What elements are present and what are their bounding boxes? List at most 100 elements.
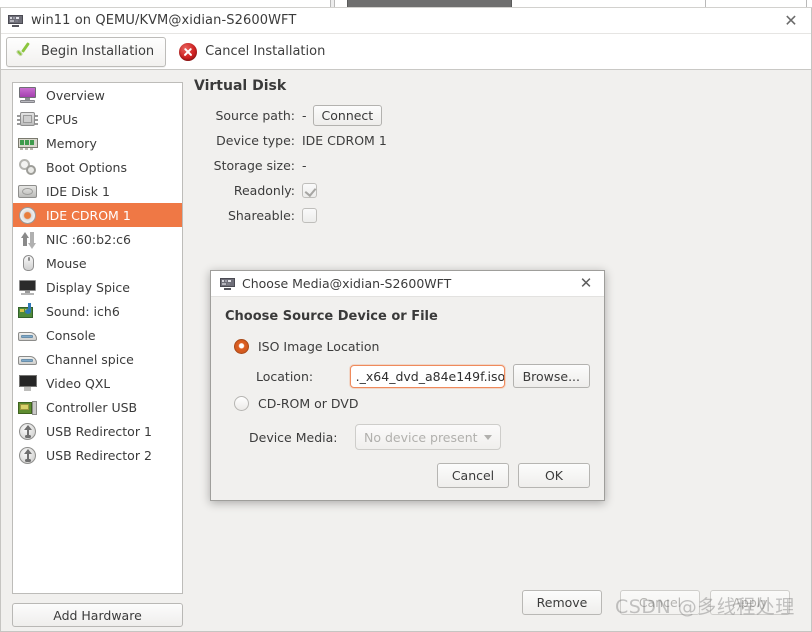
green-check-icon [15,43,33,61]
iso-image-location-option[interactable]: ISO Image Location [234,335,590,358]
sidebar-item-display[interactable]: Display Spice [13,275,182,299]
sidebar-item-usbredir-2[interactable]: USB Redirector 2 [13,443,182,467]
chevron-down-icon [484,434,492,440]
cpu-chip-icon [17,109,39,129]
device-media-select: No device present [355,424,501,450]
hardware-list[interactable]: Overview CPUs Memory Boot Options IDE Disk 1… [12,82,183,594]
cancel-button: Cancel [620,590,700,615]
readonly-checkbox[interactable] [302,183,317,198]
computer-icon [220,277,235,290]
dialog-heading: Choose Source Device or File [225,309,438,324]
sidebar-item-usbredir-1[interactable]: USB Redirector 1 [13,419,182,443]
iso-image-location-label: ISO Image Location [258,339,380,354]
sidebar-item-label: NIC :60:b2:c6 [46,231,131,247]
page-title: Virtual Disk [194,78,287,94]
sidebar-item-label: Memory [46,135,97,151]
device-type-label: Device type: [216,133,295,148]
shareable-row: Shareable: [194,203,801,228]
dialog-title: Choose Media@xidian-S2600WFT [242,276,452,291]
device-media-label: Device Media: [249,429,338,445]
begin-installation-label: Begin Installation [41,44,155,59]
dialog-cancel-label: Cancel [451,468,495,483]
sidebar-item-label: IDE CDROM 1 [46,207,131,223]
cancel-label: Cancel [638,595,682,610]
cancel-installation-button[interactable]: Cancel Installation [170,37,337,67]
sidebar-item-controller[interactable]: Controller USB [13,395,182,419]
browse-button[interactable]: Browse... [512,364,590,388]
sidebar-item-label: CPUs [46,111,78,127]
shareable-checkbox[interactable] [302,208,317,223]
radio-selected-icon[interactable] [234,339,249,354]
window-title: win11 on QEMU/KVM@xidian-S2600WFT [31,13,297,28]
sidebar-item-label: Boot Options [46,159,127,175]
dialog-ok-label: OK [544,468,564,483]
source-path-label: Source path: [215,108,295,123]
sidebar-item-label: Console [46,327,96,343]
dialog-buttons: Cancel OK [437,463,590,488]
device-media-value: No device present [364,429,478,445]
window-body: Overview CPUs Memory Boot Options IDE Disk 1… [1,70,811,630]
cancel-installation-label: Cancel Installation [205,44,326,59]
mouse-icon [17,253,39,273]
dialog-action-bar: Remove Cancel Apply [1,590,811,616]
sidebar-item-ide-disk-1[interactable]: IDE Disk 1 [13,179,182,203]
usb-controller-icon [17,397,39,417]
installation-toolbar: Begin Installation Cancel Installation [1,34,811,70]
location-label: Location: [256,368,314,384]
sidebar-item-console[interactable]: Console [13,323,182,347]
location-value-head: ._x64_dvd_a84 [355,368,449,384]
computer-icon [8,14,23,27]
location-input[interactable]: ._x64_dvd_a84 e149f.iso [349,364,505,388]
sidebar-item-video[interactable]: Video QXL [13,371,182,395]
sidebar-item-label: Mouse [46,255,87,271]
radio-unselected-icon[interactable] [234,396,249,411]
sidebar-item-label: Display Spice [46,279,130,295]
begin-installation-button[interactable]: Begin Installation [6,36,167,67]
dialog-ok-button[interactable]: OK [518,463,590,488]
sidebar-item-label: USB Redirector 2 [46,447,152,463]
apply-label: Apply [732,595,768,610]
source-path-value: - [302,108,307,123]
usb-redirector-icon [17,421,39,441]
sidebar-item-nic[interactable]: NIC :60:b2:c6 [13,227,182,251]
close-icon[interactable]: ✕ [782,12,800,30]
readonly-label: Readonly: [233,183,295,198]
sidebar-item-label: Overview [46,87,105,103]
close-icon[interactable]: ✕ [577,274,595,292]
sidebar-item-label: Channel spice [46,351,134,367]
sidebar-item-label: Sound: ich6 [46,303,120,319]
harddisk-icon [17,181,39,201]
soundcard-icon [17,301,39,321]
console-icon [17,325,39,345]
sidebar-item-cpus[interactable]: CPUs [13,107,182,131]
sidebar-item-channel[interactable]: Channel spice [13,347,182,371]
sidebar-item-sound[interactable]: Sound: ich6 [13,299,182,323]
choose-media-dialog: Choose Media@xidian-S2600WFT ✕ Choose So… [210,270,605,501]
sidebar-item-overview[interactable]: Overview [13,83,182,107]
connect-button[interactable]: Connect [312,105,383,126]
source-path-row: Source path: - Connect [194,103,801,128]
cdrom-disc-icon [17,205,39,225]
vm-details-window: win11 on QEMU/KVM@xidian-S2600WFT ✕ Begi… [0,7,812,632]
remove-button[interactable]: Remove [522,590,602,615]
sidebar-item-label: USB Redirector 1 [46,423,152,439]
sidebar-item-label: Controller USB [46,399,138,415]
sidebar-item-boot[interactable]: Boot Options [13,155,182,179]
dialog-body: Choose Source Device or File ISO Image L… [211,297,604,500]
device-media-row: Device Media: No device present [225,424,590,450]
sidebar-item-ide-cdrom-1[interactable]: IDE CDROM 1 [13,203,182,227]
dialog-cancel-button[interactable]: Cancel [437,463,509,488]
sidebar-item-label: Video QXL [46,375,111,391]
sidebar-item-mouse[interactable]: Mouse [13,251,182,275]
window-titlebar: win11 on QEMU/KVM@xidian-S2600WFT ✕ [1,8,811,34]
cdrom-or-dvd-label: CD-ROM or DVD [258,396,359,411]
sidebar-item-memory[interactable]: Memory [13,131,182,155]
cdrom-or-dvd-option[interactable]: CD-ROM or DVD [234,392,590,415]
console-icon [17,349,39,369]
device-type-value: IDE CDROM 1 [302,133,387,148]
usb-redirector-icon [17,445,39,465]
readonly-row: Readonly: [194,178,801,203]
apply-button: Apply [710,590,790,615]
device-type-row: Device type: IDE CDROM 1 [194,128,801,153]
display-icon [17,277,39,297]
